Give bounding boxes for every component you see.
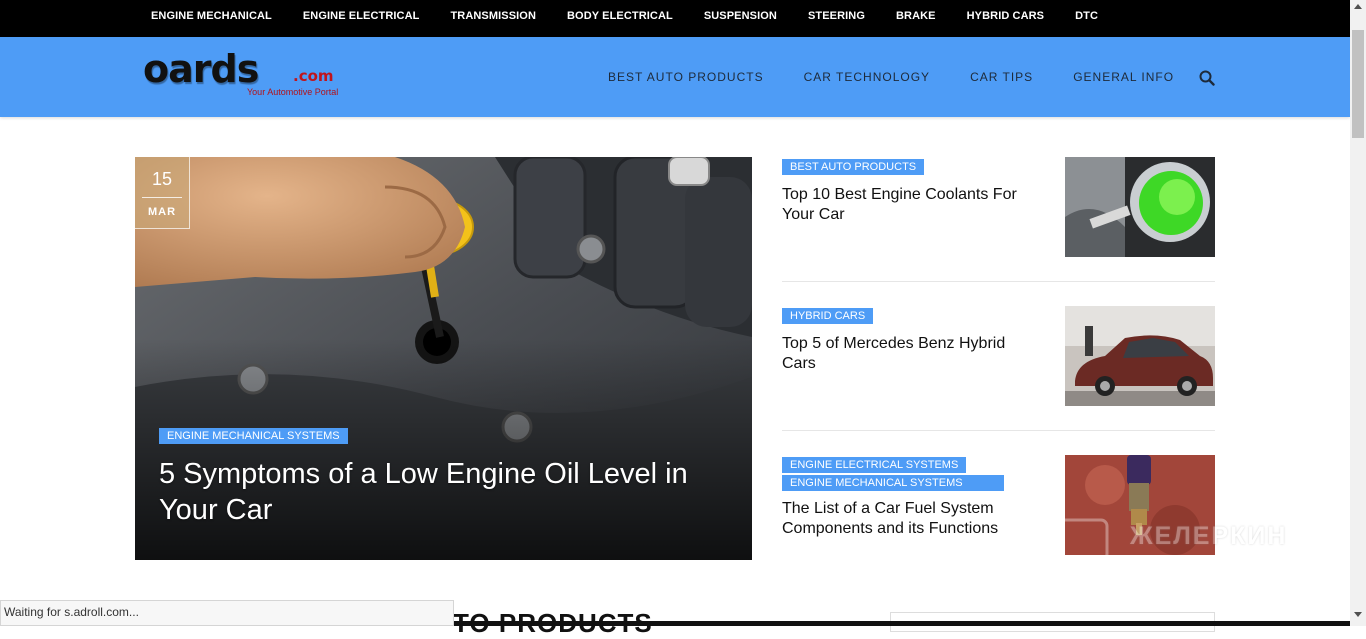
category-badge[interactable]: HYBRID CARS [782, 308, 874, 324]
scroll-down-icon[interactable] [1354, 612, 1362, 617]
featured-post-title[interactable]: 5 Symptoms of a Low Engine Oil Level in … [159, 456, 729, 528]
post-divider [782, 430, 1215, 431]
search-icon[interactable] [1199, 70, 1215, 86]
watermark-logo-icon [1045, 518, 1109, 576]
top-nav-brake[interactable]: BRAKE [896, 10, 936, 22]
post-divider [782, 281, 1215, 282]
post-thumbnail[interactable] [1065, 157, 1215, 257]
watermark: ЖЕЛЕРКИН [1045, 516, 1315, 576]
post-categories: BEST AUTO PRODUCTS [782, 157, 1012, 175]
category-badge[interactable]: ENGINE MECHANICAL SYSTEMS [782, 475, 1004, 491]
top-nav-suspension[interactable]: SUSPENSION [704, 10, 777, 22]
top-nav-dtc[interactable]: DTC [1075, 10, 1098, 22]
top-nav-engine-mechanical[interactable]: ENGINE MECHANICAL [151, 10, 272, 22]
post-title[interactable]: The List of a Car Fuel System Components… [782, 499, 1027, 539]
featured-post[interactable]: 15 MAR ENGINE MECHANICAL SYSTEMS 5 Sympt… [135, 157, 752, 560]
logo-tagline: Your Automotive Portal [247, 87, 339, 97]
post-categories: HYBRID CARS [782, 306, 1012, 324]
top-category-bar: ENGINE MECHANICAL ENGINE ELECTRICAL TRAN… [0, 0, 1350, 37]
top-nav-steering[interactable]: STEERING [808, 10, 865, 22]
logo-suffix: .com [293, 67, 334, 85]
top-nav-hybrid-cars[interactable]: HYBRID CARS [967, 10, 1045, 22]
post-item[interactable]: BEST AUTO PRODUCTS Top 10 Best Engine Co… [782, 157, 1215, 258]
post-date-month: MAR [147, 206, 177, 218]
top-nav-body-electrical[interactable]: BODY ELECTRICAL [567, 10, 673, 22]
post-title[interactable]: Top 5 of Mercedes Benz Hybrid Cars [782, 334, 1027, 374]
site-logo[interactable]: oards .com Your Automotive Portal [141, 47, 351, 101]
top-nav-transmission[interactable]: TRANSMISSION [450, 10, 536, 22]
logo-word: oards [143, 47, 259, 91]
category-badge[interactable]: ENGINE MECHANICAL SYSTEMS [159, 428, 348, 444]
top-category-nav: ENGINE MECHANICAL ENGINE ELECTRICAL TRAN… [151, 10, 1129, 22]
nav-car-technology[interactable]: CAR TECHNOLOGY [804, 70, 930, 84]
category-badge[interactable]: BEST AUTO PRODUCTS [782, 159, 925, 175]
page-scrollbar[interactable] [1350, 0, 1366, 626]
date-divider [142, 197, 182, 198]
nav-general-info[interactable]: GENERAL INFO [1073, 70, 1174, 84]
watermark-text: ЖЕЛЕРКИН [1130, 522, 1288, 550]
browser-status-bar: Waiting for s.adroll.com... [0, 600, 454, 626]
nav-best-auto-products[interactable]: BEST AUTO PRODUCTS [608, 70, 764, 84]
nav-car-tips[interactable]: CAR TIPS [970, 70, 1033, 84]
post-date: 15 MAR [135, 157, 190, 229]
post-item[interactable]: HYBRID CARS Top 5 of Mercedes Benz Hybri… [782, 306, 1215, 407]
site-header: oards .com Your Automotive Portal BEST A… [0, 37, 1350, 117]
mercedes-hybrid-car-image [1065, 306, 1215, 406]
top-nav-engine-electrical[interactable]: ENGINE ELECTRICAL [303, 10, 420, 22]
scroll-up-icon[interactable] [1354, 4, 1362, 9]
main-nav: BEST AUTO PRODUCTS CAR TECHNOLOGY CAR TI… [608, 70, 1214, 84]
coolant-reservoir-image [1065, 157, 1215, 257]
post-title[interactable]: Top 10 Best Engine Coolants For Your Car [782, 185, 1027, 225]
post-categories: ENGINE ELECTRICAL SYSTEMS ENGINE MECHANI… [782, 455, 1012, 491]
post-thumbnail[interactable] [1065, 306, 1215, 406]
post-date-day: 15 [151, 169, 173, 189]
category-badge[interactable]: ENGINE ELECTRICAL SYSTEMS [782, 457, 967, 473]
scrollbar-thumb[interactable] [1352, 30, 1364, 138]
